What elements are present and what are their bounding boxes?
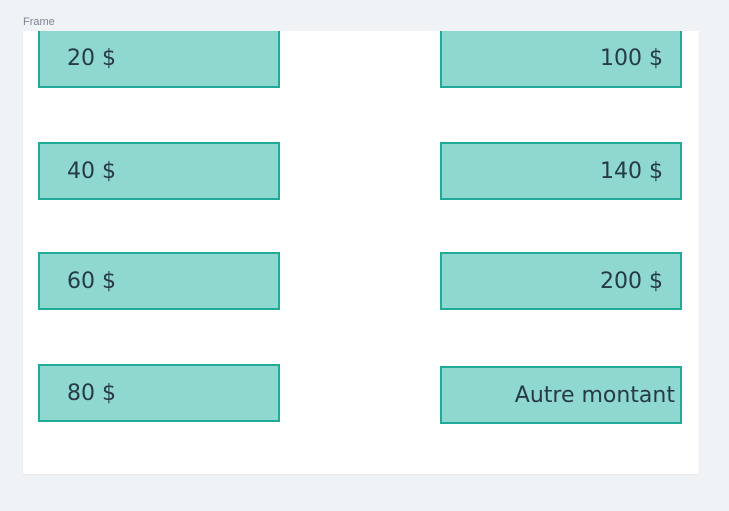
amount-button-100[interactable]: 100 $ (440, 31, 682, 88)
amount-button-20[interactable]: 20 $ (38, 31, 280, 88)
amount-button-200[interactable]: 200 $ (440, 252, 682, 310)
amount-button-140[interactable]: 140 $ (440, 142, 682, 200)
amount-button-60[interactable]: 60 $ (38, 252, 280, 310)
frame-label: Frame (23, 16, 55, 28)
frame: 20 $ 40 $ 60 $ 80 $ 100 $ 140 $ 200 $ Au… (23, 31, 699, 474)
amount-button-80[interactable]: 80 $ (38, 364, 280, 422)
amount-button-40[interactable]: 40 $ (38, 142, 280, 200)
other-amount-button[interactable]: Autre montant (440, 366, 682, 424)
